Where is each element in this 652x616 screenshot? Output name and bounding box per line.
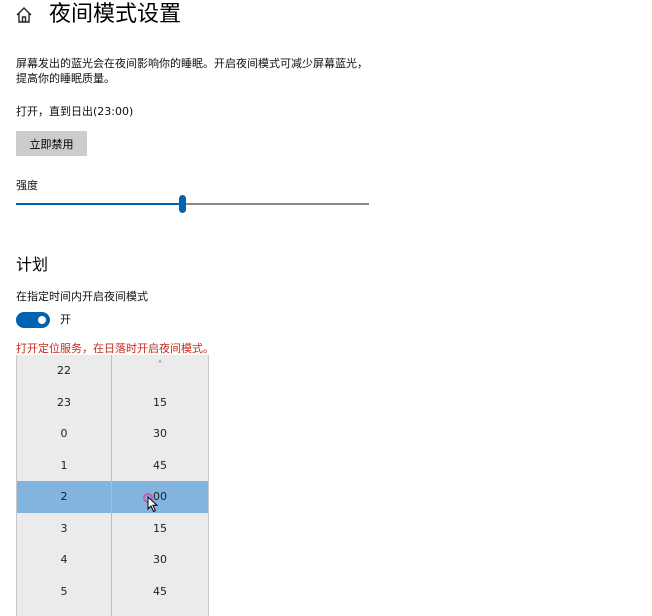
location-service-link[interactable]: 打开定位服务，在日落时开启夜间模式。 — [16, 342, 214, 356]
hour-option[interactable]: 5 — [17, 576, 111, 607]
hour-column[interactable]: 22 23 0 1 2 3 4 5 — [17, 355, 111, 616]
minute-option-selected[interactable]: 00 — [113, 481, 207, 512]
hour-option[interactable]: 23 — [17, 387, 111, 418]
hour-option[interactable]: 22 — [17, 355, 111, 386]
toggle-state-label: 开 — [60, 313, 71, 326]
hour-option[interactable]: 0 — [17, 418, 111, 449]
minute-option[interactable]: 15 — [113, 387, 207, 418]
description-text: 屏幕发出的蓝光会在夜间影响你的睡眠。开启夜间模式可减少屏幕蓝光，提高你的睡眠质量… — [16, 57, 368, 85]
strength-slider-fill — [16, 203, 182, 205]
disable-now-button[interactable]: 立即禁用 — [16, 131, 87, 156]
minute-option[interactable]: 15 — [113, 513, 207, 544]
hour-option-selected[interactable]: 2 — [17, 481, 111, 512]
hour-option[interactable]: 1 — [17, 450, 111, 481]
minute-option[interactable]: 30 — [113, 544, 207, 575]
status-text: 打开，直到日出(23:00) — [16, 105, 134, 118]
page-title: 夜间模式设置 — [49, 2, 182, 27]
toggle-knob — [38, 316, 46, 324]
night-light-settings-page: 夜间模式设置 屏幕发出的蓝光会在夜间影响你的睡眠。开启夜间模式可减少屏幕蓝光，提… — [0, 0, 652, 616]
minute-option[interactable]: 30 — [113, 418, 207, 449]
schedule-heading: 计划 — [16, 255, 49, 274]
minute-column[interactable]: ˄ 15 30 45 00 15 30 45 — [113, 355, 207, 616]
schedule-toggle-label: 在指定时间内开启夜间模式 — [16, 290, 148, 303]
hour-option[interactable]: 4 — [17, 544, 111, 575]
minute-option[interactable]: 45 — [113, 450, 207, 481]
strength-label: 强度 — [16, 179, 38, 192]
column-divider — [111, 355, 112, 616]
minute-option[interactable]: 45 — [113, 576, 207, 607]
home-icon[interactable] — [14, 5, 34, 25]
strength-slider-thumb[interactable] — [178, 195, 186, 213]
strength-slider[interactable] — [16, 195, 369, 213]
schedule-toggle[interactable] — [16, 312, 50, 328]
mouse-cursor-icon — [147, 496, 159, 513]
time-picker-flyout[interactable]: 22 23 0 1 2 3 4 5 ˄ 15 30 45 00 15 30 45 — [16, 355, 209, 616]
hour-option[interactable]: 3 — [17, 513, 111, 544]
scroll-up-icon[interactable]: ˄ — [113, 355, 207, 375]
